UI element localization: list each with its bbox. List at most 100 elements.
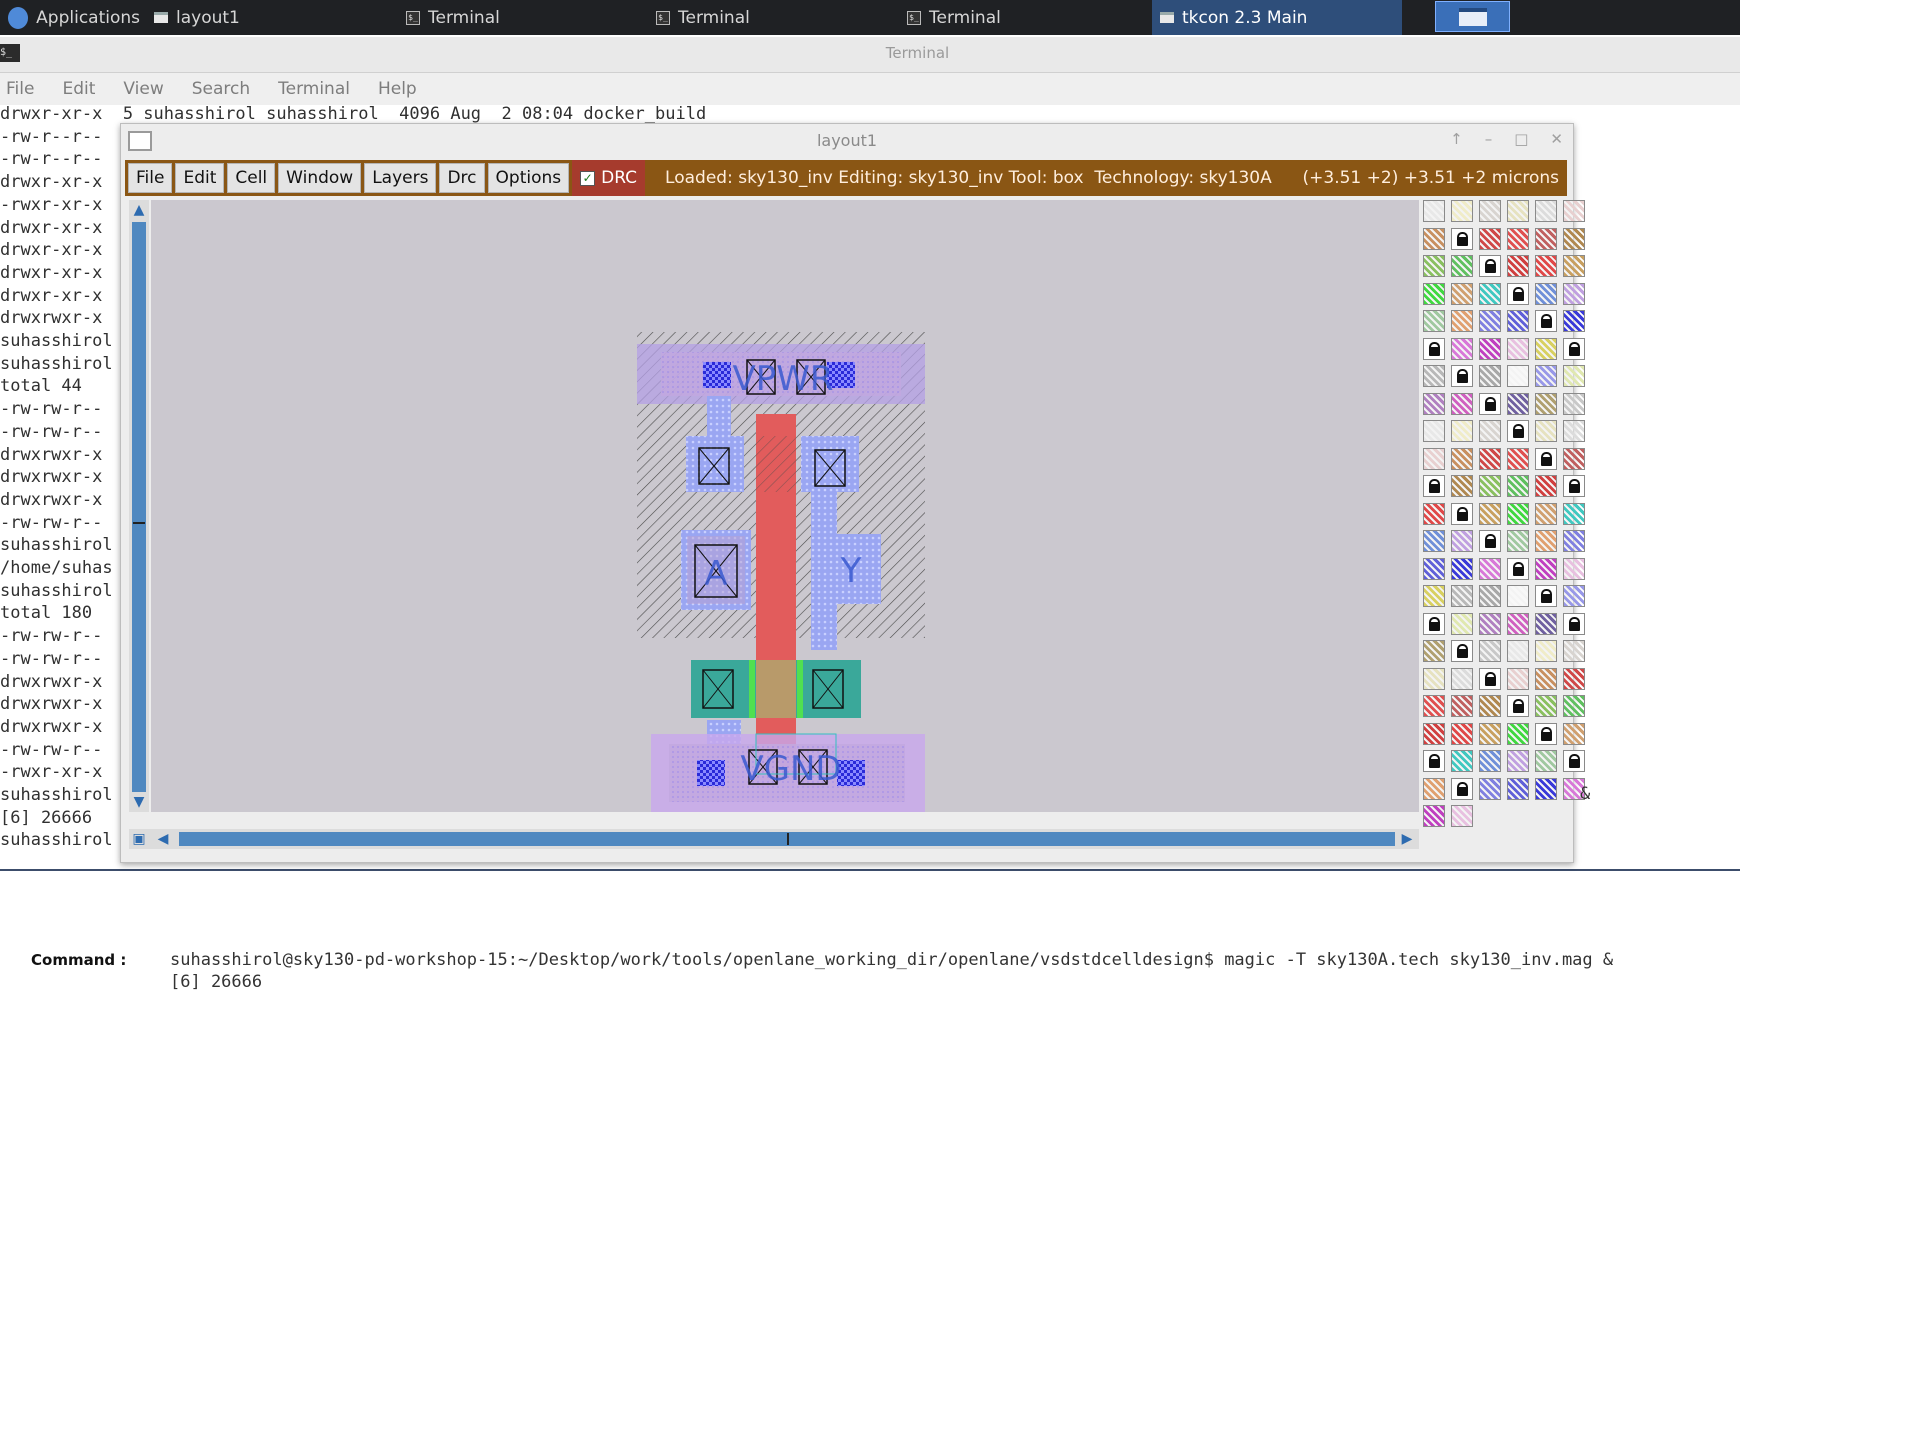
vertical-scrollbar[interactable]: ▲ ▼: [129, 200, 149, 812]
layer-swatch[interactable]: [1535, 255, 1557, 277]
layer-swatch[interactable]: [1451, 805, 1473, 827]
layer-swatch[interactable]: [1423, 695, 1445, 717]
layer-swatch[interactable]: [1563, 420, 1585, 442]
layer-swatch[interactable]: [1423, 557, 1445, 580]
layer-swatch[interactable]: [1423, 282, 1445, 305]
layer-swatch[interactable]: [1479, 777, 1501, 800]
layer-swatch[interactable]: [1479, 750, 1501, 772]
layer-swatch[interactable]: [1451, 200, 1473, 222]
workspace-button[interactable]: [1435, 1, 1510, 32]
layer-swatch[interactable]: [1535, 392, 1557, 415]
menu-view[interactable]: View: [123, 79, 163, 99]
scroll-up-arrow-icon[interactable]: ▲: [129, 200, 149, 220]
layer-swatch[interactable]: [1423, 805, 1445, 827]
layer-swatch[interactable]: [1479, 365, 1501, 387]
layer-lock-icon[interactable]: [1423, 750, 1445, 772]
layer-swatch[interactable]: [1479, 337, 1501, 360]
layer-lock-icon[interactable]: [1563, 337, 1585, 360]
layer-swatch[interactable]: [1507, 310, 1529, 332]
layer-lock-icon[interactable]: [1507, 695, 1529, 717]
layer-lock-icon[interactable]: [1423, 337, 1445, 360]
vertical-scroll-thumb[interactable]: [133, 522, 145, 524]
layer-lock-icon[interactable]: [1451, 502, 1473, 525]
layer-lock-icon[interactable]: [1535, 447, 1557, 470]
layout-canvas[interactable]: VPWR A Y VGND: [151, 200, 1419, 812]
layer-swatch[interactable]: [1563, 640, 1585, 662]
layer-swatch[interactable]: [1451, 585, 1473, 607]
layer-swatch[interactable]: [1563, 722, 1585, 745]
layer-swatch[interactable]: [1535, 502, 1557, 525]
layer-swatch[interactable]: [1535, 282, 1557, 305]
layer-swatch[interactable]: [1535, 750, 1557, 772]
layer-swatch[interactable]: [1479, 420, 1501, 442]
layer-swatch[interactable]: [1423, 530, 1445, 552]
close-icon[interactable]: ✕: [1550, 130, 1563, 148]
layer-swatch[interactable]: [1563, 282, 1585, 305]
layer-swatch[interactable]: [1451, 557, 1473, 580]
layer-swatch[interactable]: [1563, 310, 1585, 332]
taskbar-item-tkcon[interactable]: tkcon 2.3 Main: [1152, 0, 1402, 35]
layer-swatch[interactable]: [1423, 502, 1445, 525]
layer-swatch[interactable]: [1479, 502, 1501, 525]
vertical-scroll-track[interactable]: [132, 222, 146, 792]
layer-swatch[interactable]: [1479, 585, 1501, 607]
layer-swatch[interactable]: [1563, 695, 1585, 717]
maximize-icon[interactable]: □: [1514, 130, 1528, 148]
layer-swatch[interactable]: [1451, 695, 1473, 717]
layer-swatch[interactable]: [1479, 640, 1501, 662]
scroll-down-arrow-icon[interactable]: ▼: [129, 792, 149, 812]
horizontal-scrollbar[interactable]: ▣ ◀ ▶: [129, 829, 1419, 849]
layer-swatch[interactable]: [1507, 750, 1529, 772]
window-menu-icon[interactable]: [128, 131, 152, 151]
taskbar-item-layout1[interactable]: layout1: [146, 0, 386, 35]
drc-toggle[interactable]: ✓ DRC: [572, 160, 646, 196]
layer-lock-icon[interactable]: [1423, 612, 1445, 635]
menu-drc-button[interactable]: Drc: [439, 163, 485, 193]
layer-swatch[interactable]: [1507, 585, 1529, 607]
layer-swatch[interactable]: [1507, 777, 1529, 800]
layer-swatch[interactable]: [1423, 255, 1445, 277]
layer-swatch[interactable]: [1535, 530, 1557, 552]
layer-swatch[interactable]: [1535, 337, 1557, 360]
menu-edit[interactable]: Edit: [62, 79, 95, 99]
layer-swatch[interactable]: [1507, 227, 1529, 250]
layer-swatch[interactable]: [1451, 475, 1473, 497]
layer-swatch[interactable]: [1563, 530, 1585, 552]
layer-swatch[interactable]: [1563, 227, 1585, 250]
layer-swatch[interactable]: [1451, 255, 1473, 277]
layer-swatch[interactable]: [1507, 612, 1529, 635]
layer-swatch[interactable]: [1451, 530, 1473, 552]
layer-swatch[interactable]: [1451, 722, 1473, 745]
layer-swatch[interactable]: [1535, 667, 1557, 690]
layer-lock-icon[interactable]: [1479, 255, 1501, 277]
menu-cell-button[interactable]: Cell: [227, 163, 276, 193]
layer-swatch[interactable]: [1507, 530, 1529, 552]
layer-swatch[interactable]: [1479, 282, 1501, 305]
raise-icon[interactable]: ↑: [1450, 130, 1463, 148]
minimize-icon[interactable]: –: [1485, 130, 1493, 148]
layer-swatch[interactable]: [1451, 420, 1473, 442]
layer-lock-icon[interactable]: [1563, 750, 1585, 772]
layer-swatch[interactable]: [1507, 502, 1529, 525]
layer-swatch[interactable]: [1507, 475, 1529, 497]
layer-swatch[interactable]: [1423, 447, 1445, 470]
layer-swatch[interactable]: [1423, 667, 1445, 690]
layer-swatch[interactable]: [1423, 777, 1445, 800]
layer-swatch[interactable]: [1479, 612, 1501, 635]
scroll-right-arrow-icon[interactable]: ▶: [1397, 829, 1417, 849]
layer-swatch[interactable]: [1479, 200, 1501, 222]
layer-swatch[interactable]: [1479, 447, 1501, 470]
menu-help[interactable]: Help: [378, 79, 417, 99]
scroll-left-arrow-icon[interactable]: ◀: [153, 829, 173, 849]
menu-window-button[interactable]: Window: [278, 163, 362, 193]
layer-swatch[interactable]: [1479, 227, 1501, 250]
layer-swatch[interactable]: [1507, 392, 1529, 415]
layer-swatch[interactable]: [1451, 447, 1473, 470]
layer-lock-icon[interactable]: [1479, 667, 1501, 690]
layer-lock-icon[interactable]: [1479, 530, 1501, 552]
layer-swatch[interactable]: [1563, 392, 1585, 415]
menu-options-button[interactable]: Options: [487, 163, 570, 193]
horizontal-scroll-track[interactable]: [179, 832, 1395, 846]
layer-lock-icon[interactable]: [1507, 557, 1529, 580]
layer-swatch[interactable]: [1451, 612, 1473, 635]
